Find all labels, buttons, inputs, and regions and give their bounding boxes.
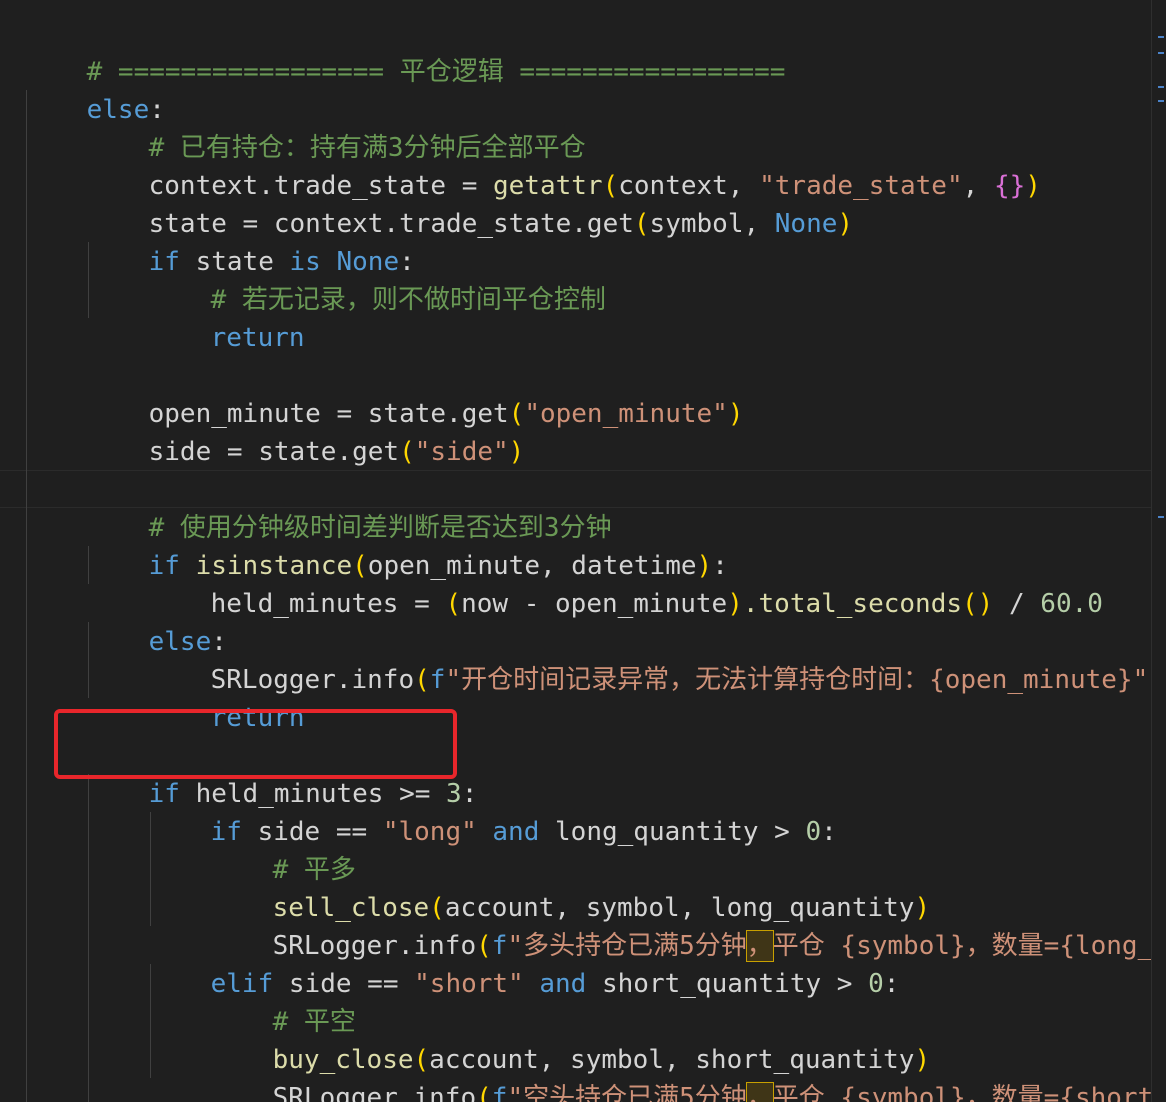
bracket-token: ( [476,1083,492,1102]
string-token: ，数量= [965,1083,1060,1102]
code-line-5[interactable]: state = context.trade_state.get(symbol, … [86,167,853,239]
code-line-8[interactable]: return [148,281,305,353]
string-token: {short_qu [1059,1083,1166,1102]
code-token: / [993,589,1041,619]
function-token: .total_seconds [742,589,963,619]
code-line-2[interactable]: else: [24,53,165,125]
string-token: 平仓 [772,1083,841,1102]
string-token: ，数量= [965,931,1060,961]
bracket-match-marker: ， [745,1082,774,1102]
keyword-token: return [210,323,305,353]
comment-token: # ================= 平仓逻辑 ===============… [86,57,786,87]
string-token: "short" [414,969,524,999]
bracket-token: ) [727,589,743,619]
code-line-13[interactable]: # 使用分钟级时间差判断是否达到3分钟 [86,471,612,543]
code-token: symbol, [649,209,775,239]
bracket-token: ( [633,209,650,239]
bracket-token: ( [445,589,462,619]
bracket-token: ) [837,209,854,239]
indent-guide [26,90,27,1102]
string-token: "开仓时间记录异常，无法计算持仓时间： [445,665,930,695]
string-token: "side" [414,437,509,467]
number-token: 60.0 [1040,589,1103,619]
bracket-token: ) [508,437,525,467]
keyword-token: and [492,817,540,847]
code-line-10[interactable]: open_minute = state.get("open_minute") [86,357,744,429]
code-line-28[interactable]: SRLogger.info(f"空头持仓已满5分钟，平仓 {symbol}，数量… [210,1041,1166,1102]
code-line-1[interactable]: # ================= 平仓逻辑 ===============… [24,15,786,87]
keyword-token: f [491,1083,508,1102]
annotation-highlight-box [54,709,457,779]
code-line-7[interactable]: # 若无记录，则不做时间平仓控制 [148,243,606,315]
punct-token: : [883,969,900,999]
code-token: side = state.get [148,437,400,467]
number-token: 0 [868,969,884,999]
string-token: "long" [382,817,477,847]
code-line-4[interactable]: context.trade_state = getattr(context, "… [86,129,1041,201]
code-token: SRLogger.info [272,1083,477,1102]
bracket-token: ( [414,665,430,695]
bracket-token: ( [399,437,415,467]
string-token: {long_qua [1059,931,1166,961]
code-token: short_quantity > [586,969,869,999]
string-token: {open_minute} [929,665,1133,695]
code-line-22[interactable]: # 平多 [210,813,356,885]
overview-ruler-mark [1158,100,1164,102]
bracket-token: ) [1025,171,1041,201]
bracket-token: {} [993,171,1026,201]
code-line-27[interactable]: buy_close(account, symbol, short_quantit… [210,1003,930,1075]
overview-ruler-mark [1158,36,1164,38]
overview-ruler-mark [1158,516,1164,518]
code-editor[interactable]: # ================= 平仓逻辑 ===============… [0,0,1166,1102]
code-line-11[interactable]: side = state.get("side") [86,395,525,467]
code-line-26[interactable]: # 平空 [210,965,356,1037]
keyword-token: None [774,209,838,239]
string-token: {symbol} [840,1083,966,1102]
code-token: , [962,171,994,201]
code-line-24[interactable]: SRLogger.info(f"多头持仓已满5分钟，平仓 {symbol}，数量… [210,889,1166,962]
keyword-token: f [429,665,446,695]
code-line-3[interactable]: # 已有持仓：持有满3分钟后全部平仓 [86,91,586,163]
bracket-token: ) [727,399,744,429]
code-token: now - open_minute [461,589,728,619]
code-line-15[interactable]: held_minutes = (now - open_minute).total… [148,547,1103,619]
code-line-6[interactable]: if state is None: [86,205,415,277]
code-token: long_quantity > [539,817,806,847]
code-token: held_minutes = [210,589,446,619]
vertical-scrollbar[interactable] [1151,0,1166,1102]
keyword-token: and [539,969,587,999]
code-line-25[interactable]: elif side == "short" and short_quantity … [148,927,900,999]
string-token: " [1132,665,1149,695]
code-line-21[interactable]: if side == "long" and long_quantity > 0: [148,775,837,847]
overview-ruler-mark [1158,52,1164,54]
code-line-23[interactable]: sell_close(account, symbol, long_quantit… [210,851,930,923]
overview-ruler-mark [1158,86,1164,88]
code-line-14[interactable]: if isinstance(open_minute, datetime): [86,509,728,581]
string-token: "open_minute" [524,399,728,429]
code-line-18[interactable]: return [148,661,305,733]
string-token: "空头持仓已满5分钟 [507,1083,747,1102]
bracket-token: () [962,589,994,619]
code-line-16[interactable]: else: [86,585,227,657]
punct-token: : [821,817,837,847]
code-line-17[interactable]: SRLogger.info(f"开仓时间记录异常，无法计算持仓时间：{open_… [148,623,1164,695]
number-token: 0 [805,817,822,847]
